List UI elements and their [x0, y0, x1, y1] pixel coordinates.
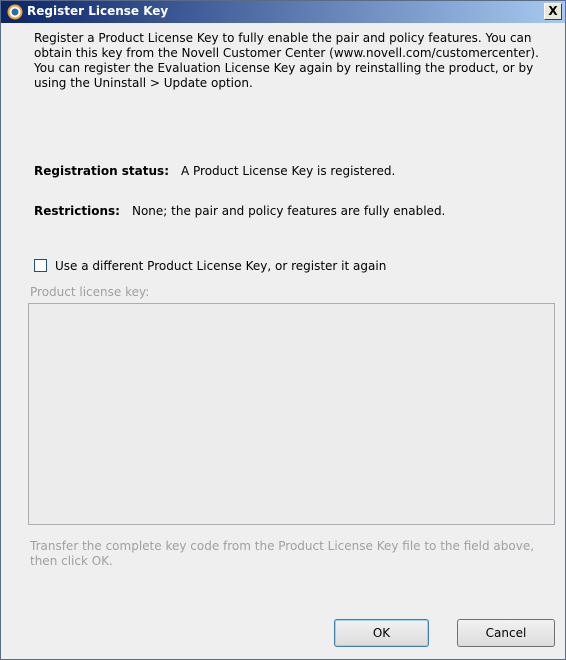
product-license-key-label: Product license key: [30, 285, 150, 299]
close-icon: X [548, 4, 558, 18]
register-license-dialog: Register License Key X Register a Produc… [0, 0, 566, 660]
registration-status-row: Registration status: A Product License Ke… [34, 164, 395, 178]
different-key-checkbox[interactable] [34, 259, 47, 272]
window-title: Register License Key [27, 4, 169, 18]
different-key-checkbox-label[interactable]: Use a different Product License Key, or … [55, 259, 386, 273]
registration-status-value: A Product License Key is registered. [181, 164, 396, 178]
product-license-key-field[interactable] [28, 303, 555, 525]
cancel-button[interactable]: Cancel [457, 619, 555, 647]
intro-text: Register a Product License Key to fully … [34, 31, 539, 90]
restrictions-value: None; the pair and policy features are f… [131, 204, 446, 218]
title-bar[interactable]: Register License Key X [1, 1, 565, 23]
close-button[interactable]: X [544, 3, 562, 20]
ok-button[interactable]: OK [334, 619, 429, 647]
app-icon [7, 4, 23, 20]
transfer-hint-text: Transfer the complete key code from the … [30, 539, 535, 568]
registration-status-label: Registration status: [34, 164, 169, 178]
restrictions-row: Restrictions: None; the pair and policy f… [34, 204, 445, 218]
restrictions-label: Restrictions: [34, 204, 120, 218]
